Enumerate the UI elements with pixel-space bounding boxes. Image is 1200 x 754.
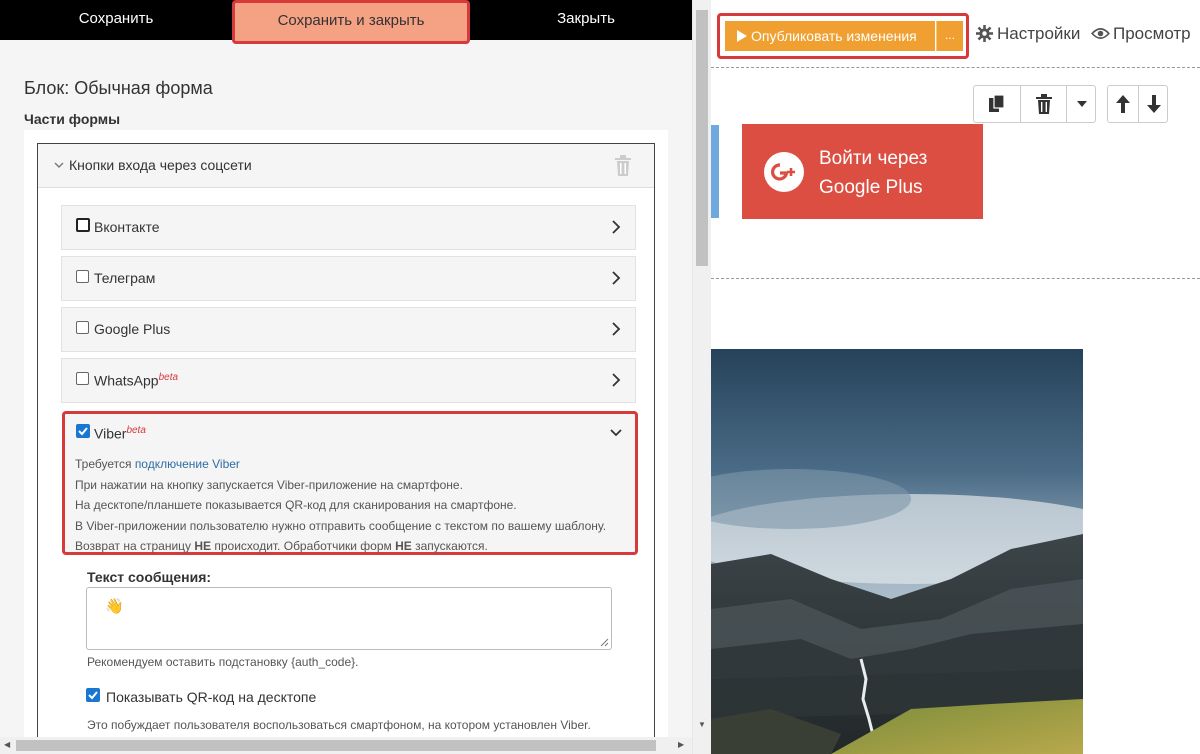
google-plus-line-2: Google Plus [819,177,923,198]
viber-description: Требуется подключение Viber При нажатии … [75,454,606,557]
checkbox-telegram[interactable] [76,270,89,283]
google-plus-icon [764,152,804,192]
delete-button[interactable] [1020,86,1066,122]
resize-handle-icon[interactable] [600,638,609,647]
gear-icon [976,25,993,42]
section-divider [711,67,1200,68]
google-plus-login-button[interactable]: Войти через Google Plus [742,124,983,219]
viber-desc-line-3: В Viber-приложении пользователю нужно от… [75,518,607,533]
horizontal-scroll-thumb[interactable] [16,740,656,751]
scroll-left-icon[interactable]: ◀ [4,740,10,749]
social-item-label: Вконтакте [94,219,160,235]
publish-more-button[interactable]: ... [936,21,963,51]
qr-hint: Это побуждает пользователя воспользовать… [87,718,591,732]
preview-button[interactable]: Просмотр [1091,24,1191,44]
publish-label: Опубликовать изменения [751,28,917,44]
beta-badge: beta [126,425,146,436]
social-item-google-plus[interactable]: Google Plus [61,307,636,352]
message-value: 👋 [105,598,124,615]
chevron-right-icon [612,373,621,387]
google-plus-line-1: Войти через [819,148,928,169]
checkbox-vk[interactable] [76,218,90,232]
viber-desc-line-2: На десктопе/планшете показывается QR-код… [75,498,517,512]
publish-group: Опубликовать изменения ... [717,13,969,59]
checkbox-google-plus[interactable] [76,321,89,334]
qr-checkbox[interactable] [86,688,100,702]
social-item-vk[interactable]: Вконтакте [61,205,636,250]
viber-desc-line-4: Возврат на страницу НЕ происходит. Обраб… [75,536,606,557]
trash-icon[interactable] [614,155,632,177]
publish-button[interactable]: Опубликовать изменения [725,21,935,51]
social-item-label: WhatsAppbeta [94,372,178,389]
copy-icon [989,94,1005,112]
social-item-viber-expanded: Viberbeta Требуется подключение Viber Пр… [62,411,638,555]
line4-part-e: запускаются. [411,539,488,553]
arrow-up-icon [1116,95,1130,113]
more-actions-dropdown[interactable] [1066,86,1096,122]
checkbox-whatsapp[interactable] [76,372,89,385]
viber-desc-line-1: При нажатии на кнопку запускается Viber-… [75,477,463,492]
editor-panel: Сохранить Сохранить и закрыть Закрыть Бл… [0,0,692,754]
caret-down-icon [1076,101,1087,107]
requirement-prefix: Требуется [75,457,135,471]
social-item-whatsapp[interactable]: WhatsAppbeta [61,358,636,403]
save-button[interactable]: Сохранить [0,0,232,40]
block-selection-marker [711,125,719,218]
form-parts-heading: Части формы [24,111,121,127]
social-login-group: Кнопки входа через соцсети Вконтакте Тел… [37,143,655,754]
preview-label: Просмотр [1113,24,1191,43]
editor-toolbar: Сохранить Сохранить и закрыть Закрыть [0,0,692,44]
eye-icon [1091,28,1110,39]
checkbox-viber[interactable] [76,424,90,438]
social-item-telegram[interactable]: Телеграм [61,256,636,301]
move-down-button[interactable] [1138,86,1168,122]
viber-requirement: Требуется подключение Viber [75,454,606,475]
social-item-label: Google Plus [94,321,171,337]
play-icon [737,30,747,42]
message-label: Текст сообщения: [87,569,212,585]
qr-label[interactable]: Показывать QR-код на десктопе [106,689,316,705]
viber-label: Viberbeta [94,425,146,442]
scroll-down-icon[interactable]: ▼ [698,720,706,729]
google-plus-label: Войти через Google Plus [819,144,969,202]
viber-connect-link[interactable]: подключение Viber [135,457,240,471]
block-title: Блок: Обычная форма [24,78,213,98]
arrow-down-icon [1146,95,1161,113]
move-tools [1107,85,1168,123]
mountain-photo [711,349,1083,754]
chevron-right-icon [612,322,621,336]
close-button[interactable]: Закрыть [480,0,692,40]
save-and-close-button[interactable]: Сохранить и закрыть [232,0,470,44]
block-tools [973,85,1096,123]
whatsapp-label: WhatsApp [94,372,159,389]
chevron-down-icon[interactable] [609,428,623,438]
group-header[interactable]: Кнопки входа через соцсети [38,144,654,188]
section-divider [711,278,1200,279]
chevron-right-icon [612,220,621,234]
settings-label: Настройки [997,24,1081,43]
copy-button[interactable] [974,86,1020,122]
chevron-down-icon [54,158,64,172]
horizontal-scrollbar[interactable]: ◀ ▶ [0,737,692,754]
line4-bold-1: НЕ [194,539,212,553]
message-textarea[interactable]: 👋 [86,587,612,650]
viber-label-text: Viber [94,425,127,442]
message-hint: Рекомендуем оставить подстановку {auth_c… [87,655,359,669]
preview-panel: Опубликовать изменения ... Настройки Про… [711,0,1200,754]
move-up-button[interactable] [1108,86,1138,122]
chevron-right-icon [612,271,621,285]
group-title: Кнопки входа через соцсети [69,157,252,173]
settings-button[interactable]: Настройки [976,24,1080,44]
line4-part-a: Возврат на страницу [75,539,195,553]
scroll-right-icon[interactable]: ▶ [678,740,684,749]
trash-icon [1035,94,1052,114]
line4-bold-2: НЕ [395,539,412,553]
vertical-scroll-thumb[interactable] [696,10,708,266]
social-item-label: Телеграм [94,270,156,286]
line4-part-c: происходит. Обработчики форм [211,539,396,553]
beta-badge: beta [158,372,179,383]
vertical-scrollbar[interactable]: ▼ [692,0,711,754]
